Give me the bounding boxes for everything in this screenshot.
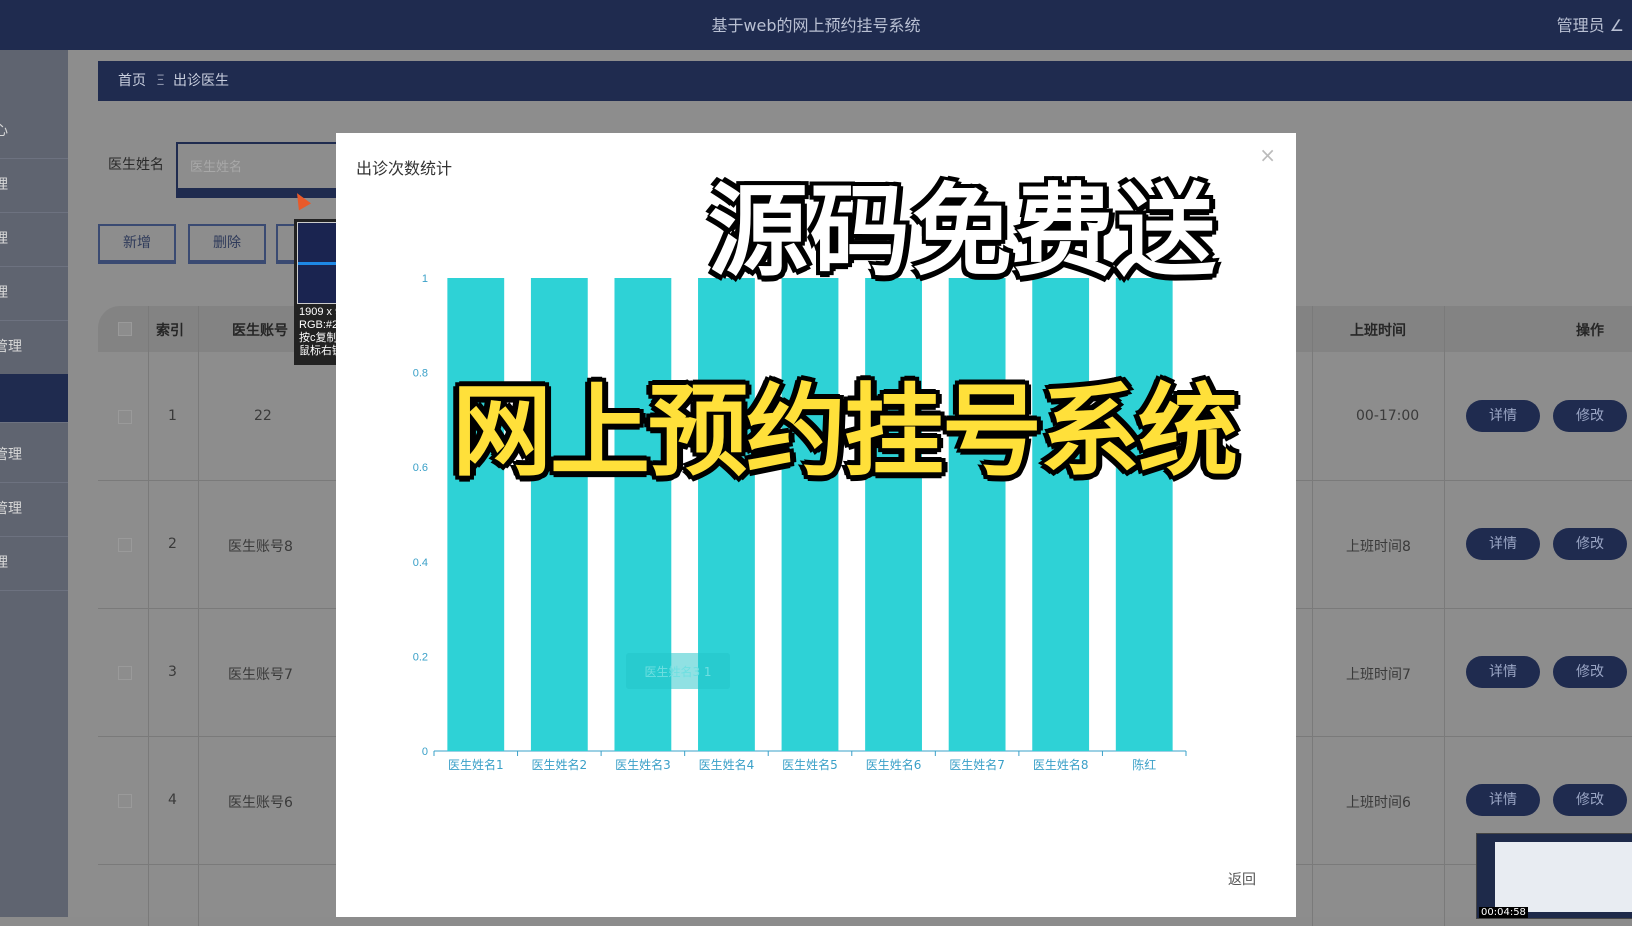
row-account: 医生账号7 <box>228 667 293 683</box>
app-title: 基于web的网上预约挂号系统 <box>711 16 921 35</box>
row-shift: 00-17:00 <box>1356 408 1420 424</box>
breadcrumb-current: 出诊医生 <box>173 73 229 89</box>
sidebar-item-4[interactable]: 理 <box>0 266 68 321</box>
row-checkbox[interactable] <box>118 666 132 680</box>
row-index: 2 <box>168 536 177 552</box>
bar <box>1115 278 1173 751</box>
edit-button[interactable]: 修改 <box>1553 656 1627 688</box>
y-tick-label: 0.8 <box>413 368 428 380</box>
detail-button[interactable]: 详情 <box>1466 656 1540 688</box>
sidebar-item-1[interactable]: 心 <box>0 104 68 159</box>
tooltip-text: 医生姓名3 1 <box>644 664 711 679</box>
user-menu[interactable]: 管理员 ∠ <box>1557 12 1624 36</box>
sidebar-item-label: 理 <box>0 285 8 301</box>
detail-button[interactable]: 详情 <box>1466 528 1540 560</box>
row-index: 1 <box>168 408 177 424</box>
sidebar-item-7[interactable]: 管理 <box>0 428 68 483</box>
bar <box>1032 278 1090 751</box>
breadcrumb: 首页 Ξ 出诊医生 <box>98 61 1632 101</box>
sidebar-item-active[interactable] <box>0 374 68 423</box>
row-shift: 上班时间7 <box>1346 667 1411 683</box>
thumbnail-timestamp: 00:04:58 <box>1479 907 1528 918</box>
sidebar: 心 理 理 理 管理 管理 管理 理 <box>0 50 68 917</box>
delete-button[interactable]: 删除 <box>188 224 266 264</box>
search-label: 医生姓名 <box>108 157 164 173</box>
row-index: 3 <box>168 664 177 680</box>
top-bar: 基于web的网上预约挂号系统 管理员 ∠ <box>0 0 1632 50</box>
sidebar-item-2[interactable]: 理 <box>0 158 68 213</box>
x-tick-label: 医生姓名5 <box>782 757 838 772</box>
y-tick-label: 0.6 <box>413 462 428 474</box>
row-checkbox[interactable] <box>118 410 132 424</box>
sidebar-item-label: 理 <box>0 555 8 571</box>
select-all-checkbox[interactable] <box>118 322 132 336</box>
x-tick-label: 医生姓名8 <box>1033 757 1089 772</box>
row-account: 医生账号8 <box>228 539 293 555</box>
promo-title-system: 网上预约挂号系统 <box>452 373 1238 490</box>
sidebar-item-label: 理 <box>0 231 8 247</box>
y-tick-label: 1 <box>422 273 428 285</box>
header-index: 索引 <box>156 323 184 339</box>
bar <box>781 278 839 751</box>
sidebar-item-9[interactable]: 理 <box>0 536 68 591</box>
y-tick-label: 0.4 <box>413 557 428 569</box>
y-tick-label: 0.2 <box>413 651 428 663</box>
detail-button[interactable]: 详情 <box>1466 400 1540 432</box>
detail-button[interactable]: 详情 <box>1466 784 1540 816</box>
edit-button[interactable]: 修改 <box>1553 400 1627 432</box>
x-tick-label: 医生姓名2 <box>532 757 588 772</box>
x-tick-label: 医生姓名4 <box>699 757 755 772</box>
breadcrumb-home[interactable]: 首页 <box>118 61 146 101</box>
edit-button[interactable]: 修改 <box>1553 528 1627 560</box>
x-tick-label: 医生姓名1 <box>448 757 504 772</box>
sidebar-item-5[interactable]: 管理 <box>0 320 68 375</box>
row-checkbox[interactable] <box>118 538 132 552</box>
row-shift: 上班时间8 <box>1346 539 1411 555</box>
header-actions: 操作 <box>1576 323 1604 339</box>
row-account: 医生账号6 <box>228 795 293 811</box>
sidebar-item-8[interactable]: 管理 <box>0 482 68 537</box>
bar <box>865 278 922 751</box>
sidebar-item-label: 理 <box>0 177 8 193</box>
edit-button[interactable]: 修改 <box>1553 784 1627 816</box>
row-account: 22 <box>254 408 272 424</box>
x-tick-label: 医生姓名6 <box>866 757 922 772</box>
breadcrumb-separator-icon: Ξ <box>156 73 165 89</box>
row-shift: 上班时间6 <box>1346 795 1411 811</box>
sidebar-item-label: 管理 <box>0 339 22 355</box>
bar <box>948 278 1006 751</box>
sidebar-item-label: 心 <box>0 123 8 139</box>
header-shift: 上班时间 <box>1350 323 1406 339</box>
x-tick-label: 陈红 <box>1132 757 1156 772</box>
video-thumbnail: 00:04:58 <box>1476 833 1632 919</box>
back-button[interactable]: 返回 <box>1228 869 1256 889</box>
sidebar-item-3[interactable]: 理 <box>0 212 68 267</box>
y-tick-label: 0 <box>422 746 428 758</box>
add-button[interactable]: 新增 <box>98 224 176 264</box>
row-index: 4 <box>168 792 177 808</box>
header-account: 医生账号 <box>232 323 288 339</box>
x-tick-label: 医生姓名7 <box>949 757 1005 772</box>
row-checkbox[interactable] <box>118 794 132 808</box>
promo-title-free-source: 源码免费送 <box>707 172 1218 292</box>
bar <box>447 278 505 751</box>
sidebar-item-label: 管理 <box>0 501 22 517</box>
sidebar-item-label: 管理 <box>0 447 22 463</box>
x-tick-label: 医生姓名3 <box>615 757 671 772</box>
bar <box>530 278 588 751</box>
